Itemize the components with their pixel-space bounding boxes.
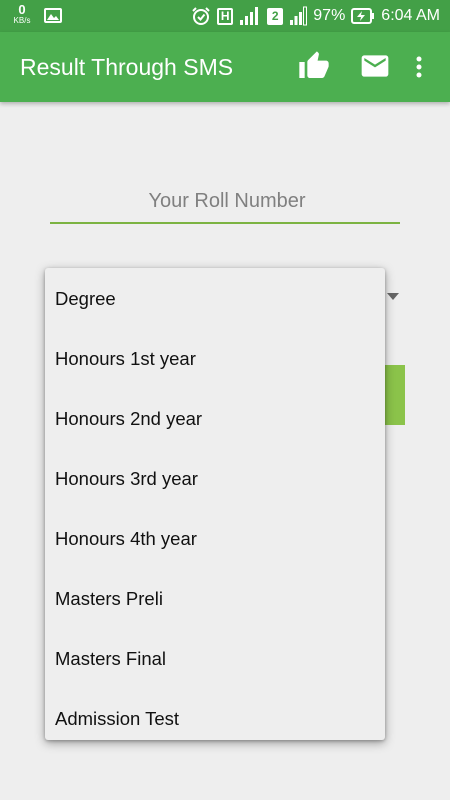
battery-charging-icon (351, 8, 375, 24)
status-bar: 0 KB/s H 2 97% 6:04 AM (0, 0, 450, 32)
gallery-icon (44, 8, 62, 28)
app-toolbar: Result Through SMS (0, 32, 450, 102)
network-speed: 0 KB/s (10, 3, 34, 25)
dropdown-item-honours-1st-year[interactable]: Honours 1st year (45, 329, 385, 389)
more-options-icon[interactable] (412, 50, 426, 87)
signal-sim1-icon (239, 6, 261, 26)
network-speed-unit: KB/s (13, 16, 31, 25)
thumbs-up-icon[interactable] (297, 50, 331, 87)
dropdown-item-honours-2nd-year[interactable]: Honours 2nd year (45, 389, 385, 449)
mail-icon[interactable] (359, 50, 391, 87)
roll-number-input[interactable] (50, 182, 404, 220)
dropdown-item-masters-preli[interactable]: Masters Preli (45, 569, 385, 629)
dropdown-item-masters-final[interactable]: Masters Final (45, 629, 385, 689)
signal-sim2-icon (289, 6, 308, 26)
dropdown-item-honours-4th-year[interactable]: Honours 4th year (45, 509, 385, 569)
dropdown-item-honours-3rd-year[interactable]: Honours 3rd year (45, 449, 385, 509)
network-type-badge: H (217, 7, 234, 25)
battery-percent: 97% (313, 7, 346, 24)
network-speed-value: 0 (18, 2, 26, 17)
dropdown-item-admission-test[interactable]: Admission Test (45, 689, 385, 740)
sim2-badge: 2 (267, 7, 284, 25)
exam-type-dropdown: Degree Honours 1st year Honours 2nd year… (45, 268, 385, 740)
clock: 6:04 AM (381, 7, 440, 24)
roll-number-underline (50, 222, 400, 224)
alarm-icon (191, 6, 211, 26)
app-title: Result Through SMS (20, 54, 234, 80)
dropdown-item-degree[interactable]: Degree (45, 268, 385, 329)
dropdown-arrow-icon[interactable] (387, 293, 399, 300)
